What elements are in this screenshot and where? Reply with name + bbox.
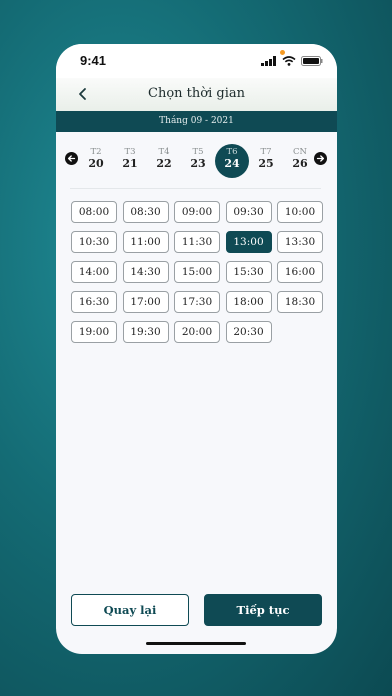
- day-of-week: T2: [90, 147, 102, 157]
- battery-icon: [301, 56, 323, 66]
- day-of-week: T3: [124, 147, 136, 157]
- page-title: Chọn thời gian: [148, 86, 245, 101]
- time-slot[interactable]: 08:30: [122, 201, 169, 223]
- time-slot[interactable]: 15:00: [174, 261, 220, 283]
- time-slot[interactable]: 20:00: [174, 321, 220, 343]
- day-item[interactable]: CN 26: [283, 144, 317, 178]
- day-of-week: T6: [226, 147, 238, 157]
- day-item[interactable]: T7 25: [249, 144, 283, 178]
- time-slot[interactable]: 10:30: [71, 231, 117, 253]
- day-number: 26: [292, 157, 308, 170]
- status-icons: [261, 56, 323, 66]
- time-slot[interactable]: 10:00: [277, 201, 323, 223]
- status-bar: 9:41: [56, 44, 337, 78]
- time-slot[interactable]: 11:30: [174, 231, 220, 253]
- day-item[interactable]: T5 23: [181, 144, 215, 178]
- time-slot[interactable]: 15:30: [225, 261, 272, 283]
- time-slot[interactable]: 13:00: [225, 231, 272, 253]
- time-slot[interactable]: 16:30: [71, 291, 117, 313]
- phone-screen: 9:41 Chọn thời gian Tháng 09 - 2021 T2 2…: [56, 44, 337, 654]
- arrow-right-circle-icon[interactable]: [314, 152, 327, 165]
- status-time: 9:41: [80, 53, 107, 68]
- time-slot[interactable]: 09:00: [174, 201, 220, 223]
- time-slot[interactable]: 13:30: [277, 231, 323, 253]
- day-item[interactable]: T4 22: [147, 144, 181, 178]
- arrow-left-circle-icon[interactable]: [65, 152, 78, 165]
- day-number: 25: [258, 157, 274, 170]
- time-slot[interactable]: 19:00: [71, 321, 117, 343]
- continue-button[interactable]: Tiếp tục: [204, 594, 322, 626]
- day-number: 22: [156, 157, 172, 170]
- time-slot[interactable]: 18:30: [277, 291, 323, 313]
- time-slot[interactable]: 17:00: [122, 291, 169, 313]
- time-slot[interactable]: 19:30: [122, 321, 169, 343]
- day-number: 24: [224, 157, 240, 170]
- day-of-week: T4: [158, 147, 170, 157]
- day-item[interactable]: T6 24: [215, 144, 249, 178]
- day-number: 21: [122, 157, 138, 170]
- day-number: 23: [190, 157, 206, 170]
- home-indicator: [146, 642, 246, 645]
- time-slot[interactable]: 14:30: [122, 261, 169, 283]
- signal-icon: [261, 56, 276, 66]
- day-of-week: T7: [260, 147, 272, 157]
- privacy-dot-icon: [280, 50, 285, 55]
- time-slot[interactable]: 08:00: [71, 201, 117, 223]
- time-slot[interactable]: 20:30: [225, 321, 272, 343]
- wifi-icon: [282, 56, 296, 66]
- time-slot[interactable]: 14:00: [71, 261, 117, 283]
- time-slot[interactable]: 17:30: [174, 291, 220, 313]
- day-of-week: T5: [192, 147, 204, 157]
- day-item[interactable]: T2 20: [79, 144, 113, 178]
- day-number: 20: [88, 157, 104, 170]
- divider: [70, 188, 321, 189]
- time-slot[interactable]: 16:00: [277, 261, 323, 283]
- time-slot[interactable]: 18:00: [225, 291, 272, 313]
- time-slot[interactable]: 11:00: [122, 231, 169, 253]
- back-button[interactable]: Quay lại: [71, 594, 189, 626]
- month-label: Tháng 09 - 2021: [56, 111, 337, 132]
- header: Chọn thời gian: [56, 78, 337, 111]
- time-slot[interactable]: 09:30: [225, 201, 272, 223]
- day-of-week: CN: [293, 147, 307, 157]
- date-selector: T2 20 T3 21 T4 22 T5 23 T6 24 T7 25 CN 26: [56, 144, 337, 178]
- day-item[interactable]: T3 21: [113, 144, 147, 178]
